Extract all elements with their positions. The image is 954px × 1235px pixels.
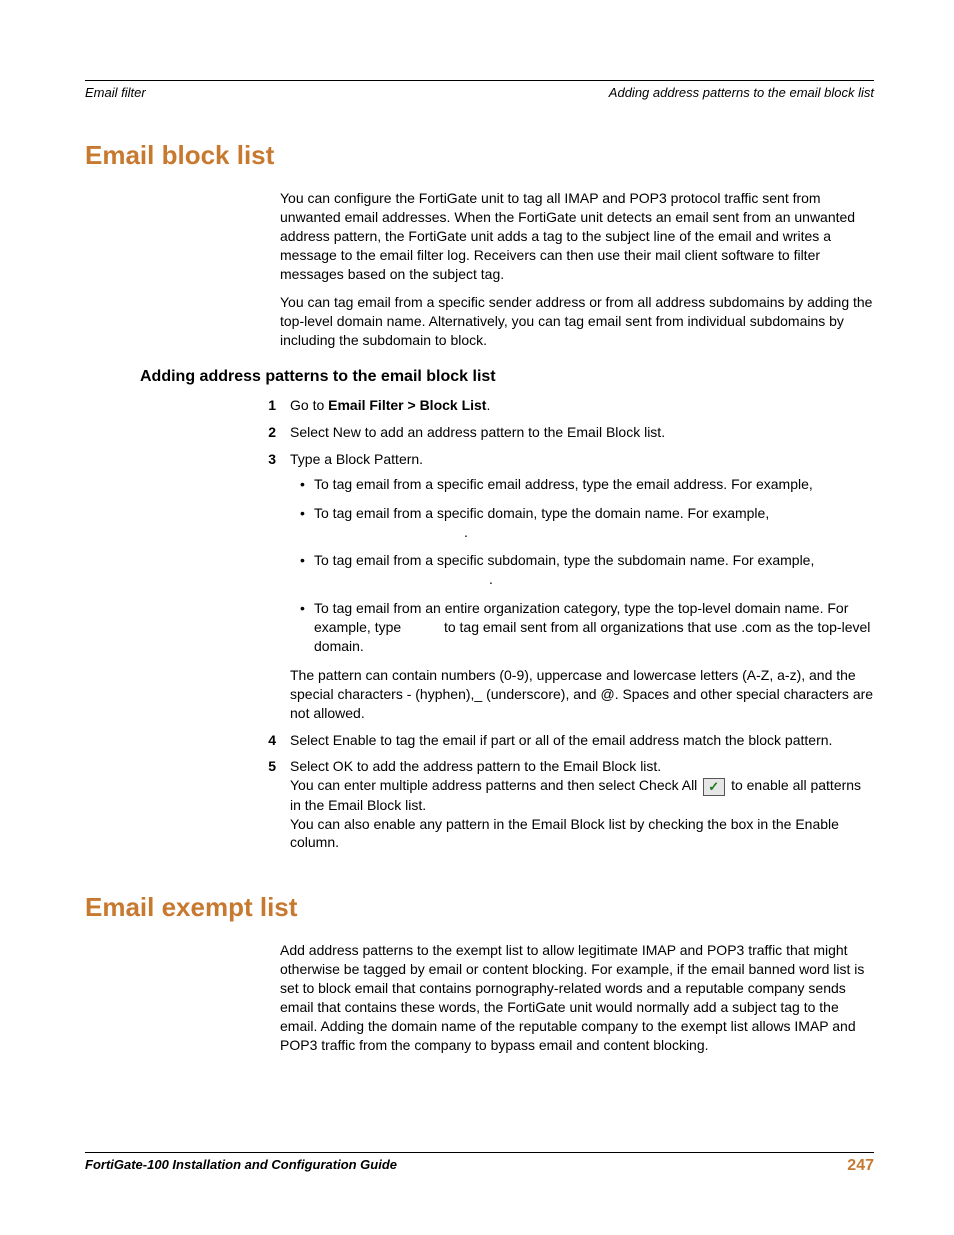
footer-title: FortiGate-100 Installation and Configura… xyxy=(85,1157,397,1175)
step-number: 2 xyxy=(252,423,290,442)
step-number: 5 xyxy=(252,757,290,852)
intro-block: Add address patterns to the exempt list … xyxy=(280,941,874,1054)
section-email-exempt: Email exempt list Add address patterns t… xyxy=(85,892,874,1054)
text: To tag email from a specific subdomain, … xyxy=(314,552,814,568)
text: . xyxy=(489,571,493,587)
footer: FortiGate-100 Installation and Configura… xyxy=(85,1152,874,1175)
header-right: Adding address patterns to the email blo… xyxy=(609,85,874,100)
bullet-list: To tag email from a specific email addre… xyxy=(300,475,874,656)
step-body: Go to Email Filter > Block List. xyxy=(290,396,874,415)
text: To tag email from a specific domain, typ… xyxy=(314,505,769,521)
list-item: To tag email from a specific email addre… xyxy=(300,475,874,494)
step-2: 2 Select New to add an address pattern t… xyxy=(280,423,874,442)
menu-path: Email Filter > Block List xyxy=(328,397,486,413)
step-3: 3 Type a Block Pattern. To tag email fro… xyxy=(280,450,874,723)
header-left: Email filter xyxy=(85,85,146,100)
text: Go to xyxy=(290,397,328,413)
subheading-adding-patterns: Adding address patterns to the email blo… xyxy=(140,368,874,386)
header-rule xyxy=(85,80,874,81)
heading-email-block-list: Email block list xyxy=(85,140,874,171)
text: . xyxy=(486,397,490,413)
text-with-icon: You can enter multiple address patterns … xyxy=(290,776,874,814)
intro-block: You can configure the FortiGate unit to … xyxy=(280,189,874,350)
step-body: Select OK to add the address pattern to … xyxy=(290,757,874,852)
step-number: 4 xyxy=(252,731,290,750)
pattern-note: The pattern can contain numbers (0-9), u… xyxy=(290,666,874,723)
step-body: Select Enable to tag the email if part o… xyxy=(290,731,874,750)
text: Type a Block Pattern. xyxy=(290,451,423,467)
footer-rule xyxy=(85,1152,874,1153)
running-header: Email filter Adding address patterns to … xyxy=(85,85,874,100)
step-body: Type a Block Pattern. To tag email from … xyxy=(290,450,874,723)
page: Email filter Adding address patterns to … xyxy=(0,0,954,1235)
heading-email-exempt-list: Email exempt list xyxy=(85,892,874,923)
step-body: Select New to add an address pattern to … xyxy=(290,423,874,442)
list-item: To tag email from a specific subdomain, … xyxy=(300,551,874,589)
paragraph: You can configure the FortiGate unit to … xyxy=(280,189,874,283)
step-1: 1 Go to Email Filter > Block List. xyxy=(280,396,874,415)
paragraph: You can tag email from a specific sender… xyxy=(280,293,874,350)
text: You can enter multiple address patterns … xyxy=(290,777,701,793)
text: You can also enable any pattern in the E… xyxy=(290,815,874,853)
list-item: To tag email from an entire organization… xyxy=(300,599,874,656)
list-item: To tag email from a specific domain, typ… xyxy=(300,504,874,542)
paragraph: Add address patterns to the exempt list … xyxy=(280,941,874,1054)
step-number: 1 xyxy=(252,396,290,415)
step-4: 4 Select Enable to tag the email if part… xyxy=(280,731,874,750)
page-number: 247 xyxy=(847,1157,874,1175)
step-5: 5 Select OK to add the address pattern t… xyxy=(280,757,874,852)
footer-line: FortiGate-100 Installation and Configura… xyxy=(85,1157,874,1175)
text: Select OK to add the address pattern to … xyxy=(290,757,874,776)
check-all-icon xyxy=(703,778,725,796)
step-number: 3 xyxy=(252,450,290,723)
text: . xyxy=(464,524,468,540)
step-list: 1 Go to Email Filter > Block List. 2 Sel… xyxy=(280,396,874,852)
